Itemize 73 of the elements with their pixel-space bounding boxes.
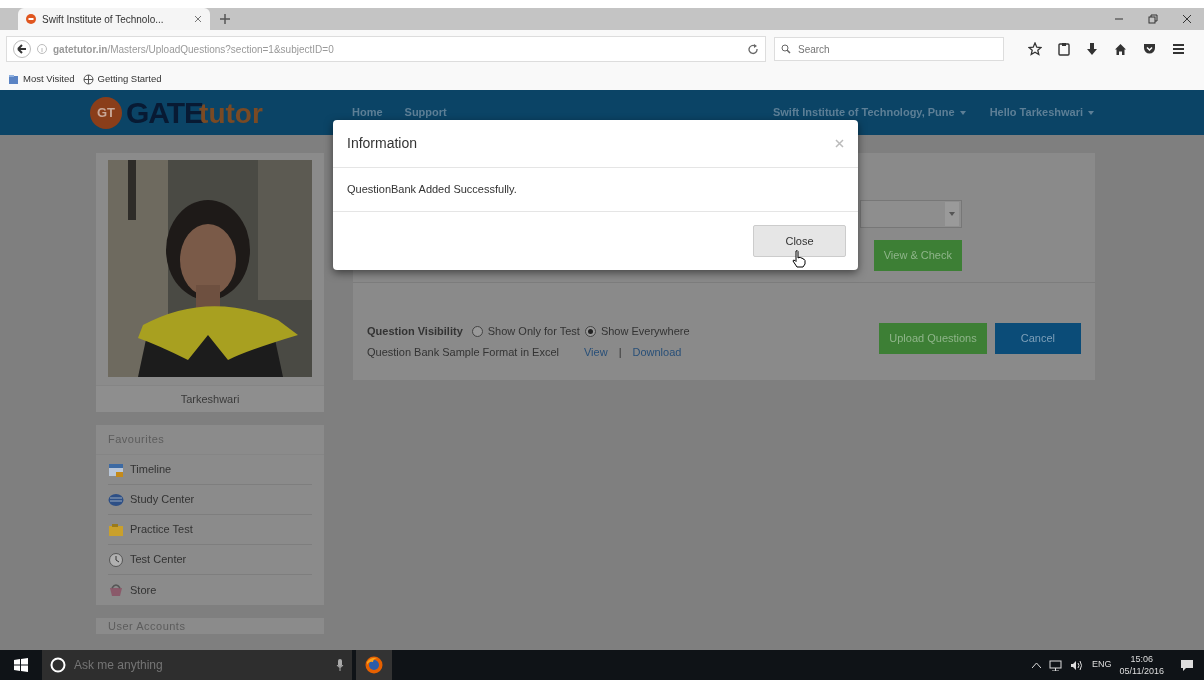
nav-link[interactable]: Home xyxy=(352,104,383,121)
bookmark[interactable]: Getting Started xyxy=(82,71,162,87)
radio-label: Show Only for Test xyxy=(487,324,580,339)
windows-icon[interactable] xyxy=(14,658,28,672)
radio-button[interactable] xyxy=(471,325,483,337)
clock-date[interactable]: 05/11/2016 xyxy=(1119,665,1164,677)
browser-tab[interactable]: Swift Institute of Technolo... xyxy=(18,8,210,30)
folder-icon xyxy=(108,521,124,538)
sidebar-item[interactable]: Test Center xyxy=(108,545,312,575)
caret-icon xyxy=(959,110,966,115)
calendar-icon xyxy=(108,461,124,478)
search-box[interactable]: Search xyxy=(774,37,1004,61)
clock-icon xyxy=(108,551,124,568)
radio-button[interactable] xyxy=(584,325,596,337)
site-icon xyxy=(26,14,36,24)
new-tab-icon[interactable] xyxy=(220,14,230,24)
search-icon xyxy=(781,44,791,54)
sidebar-item[interactable]: Store xyxy=(108,575,312,605)
dialog-message: QuestionBank Added Successfully. xyxy=(347,182,517,198)
language-indicator[interactable]: ENG xyxy=(1092,658,1112,672)
logo-badge: GT xyxy=(90,96,122,129)
caret-icon xyxy=(949,212,955,216)
folder-icon xyxy=(8,73,19,85)
sample-format-label: Question Bank Sample Format in Excel xyxy=(367,344,559,360)
taskbar-search-box[interactable]: Ask me anything xyxy=(42,650,352,680)
clipboard-icon[interactable] xyxy=(1058,42,1070,56)
search-field[interactable]: Search xyxy=(796,40,976,58)
caret-icon xyxy=(1088,110,1094,115)
chevron-up-icon[interactable] xyxy=(1032,662,1042,668)
address-bar[interactable]: gatetutor.in/Masters/UploadQuestions?section=1&subjectID=0 xyxy=(6,36,766,62)
radio-label: Show Everywhere xyxy=(600,324,690,339)
clock-time[interactable]: 15:06 xyxy=(1130,653,1154,665)
menu-icon[interactable] xyxy=(1172,43,1185,55)
taskbar-search-field[interactable]: Ask me anything xyxy=(72,655,330,675)
upload-button[interactable]: Upload Questions xyxy=(879,323,987,354)
link[interactable]: Download xyxy=(632,343,682,360)
sidebar-item[interactable]: Study Center xyxy=(108,485,312,515)
microphone-icon xyxy=(336,659,344,671)
field-label: Question Visibility xyxy=(367,324,463,339)
pocket-icon[interactable] xyxy=(1143,43,1156,55)
globe-icon xyxy=(82,73,94,85)
reload-icon[interactable] xyxy=(748,43,759,55)
view-check-button[interactable]: View & Check xyxy=(873,240,962,271)
separator: | xyxy=(618,344,622,360)
close-icon[interactable] xyxy=(194,15,202,23)
volume-icon[interactable] xyxy=(1070,659,1085,671)
nav-dropdown[interactable]: Hello Tarkeshwari xyxy=(989,104,1094,121)
info-icon xyxy=(37,44,47,54)
logo-text: GATEtutor xyxy=(126,95,263,131)
tab-title: Swift Institute of Technolo... xyxy=(42,12,165,27)
basket-icon xyxy=(108,582,124,598)
notification-icon[interactable] xyxy=(1180,658,1194,672)
home-icon[interactable] xyxy=(1114,42,1127,56)
dropdown-field[interactable] xyxy=(860,200,962,228)
download-icon[interactable] xyxy=(1086,42,1098,56)
nav-dropdown[interactable]: Swift Institute of Technology, Pune xyxy=(772,104,966,121)
back-icon[interactable] xyxy=(13,40,31,58)
nav-link[interactable]: Support xyxy=(404,104,447,121)
books-icon xyxy=(108,491,124,508)
sidebar-item[interactable]: Practice Test xyxy=(108,515,312,545)
star-icon[interactable] xyxy=(1028,42,1042,56)
close-icon[interactable] xyxy=(1182,14,1192,24)
sidebar-item[interactable]: Timeline xyxy=(108,455,312,485)
restore-icon[interactable] xyxy=(1148,14,1158,24)
cortana-icon xyxy=(50,657,66,673)
bookmark[interactable]: Most Visited xyxy=(8,71,75,87)
link[interactable]: View xyxy=(584,343,608,360)
url-text: gatetutor.in/Masters/UploadQuestions?section=1&subjectID=0 xyxy=(53,42,335,57)
network-icon[interactable] xyxy=(1049,659,1063,671)
dialog-title: Information xyxy=(347,134,418,153)
close-button[interactable]: Close xyxy=(753,225,846,257)
cancel-button[interactable]: Cancel xyxy=(994,323,1081,354)
browser-app-icon[interactable] xyxy=(365,656,383,674)
